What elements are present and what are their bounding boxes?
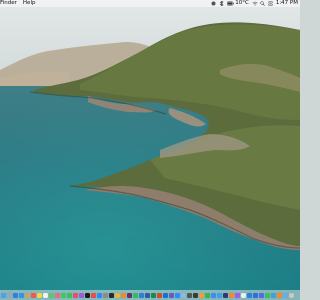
help-menu[interactable]: Help (23, 0, 36, 7)
dock (0, 290, 300, 300)
dock-icon-xcode[interactable] (217, 292, 222, 298)
dock-icon-discord[interactable] (259, 292, 264, 298)
dock-icon-vscode[interactable] (139, 292, 144, 298)
desktop-wallpaper (0, 0, 300, 300)
dock-icon-mail[interactable] (19, 292, 24, 298)
dock-icon-contacts[interactable] (25, 292, 30, 298)
dock-icon-teams[interactable] (169, 292, 174, 298)
dock-icon-podcasts[interactable] (79, 292, 84, 298)
dock-icon-system-preferences[interactable] (103, 292, 108, 298)
dock-icon-telegram[interactable] (271, 292, 276, 298)
dock-icon-maps[interactable] (49, 292, 54, 298)
dock-icon-tv[interactable] (85, 292, 90, 298)
dock-icon-safari[interactable] (13, 292, 18, 298)
battery-icon[interactable] (227, 1, 234, 6)
dock-icon-music[interactable] (73, 292, 78, 298)
dock-icon-keynote[interactable] (211, 292, 216, 298)
dock-icon-activity-monitor[interactable] (193, 292, 198, 298)
dock-icon-facetime[interactable] (67, 292, 72, 298)
dock-icon-figma[interactable] (235, 292, 240, 298)
dock-icon-launchpad[interactable] (7, 292, 12, 298)
dock-icon-photoshop[interactable] (223, 292, 228, 298)
dock-icon-trash[interactable] (289, 292, 294, 298)
finder-menu[interactable]: Finder (0, 0, 17, 7)
dock-icon-firefox[interactable] (121, 292, 126, 298)
dock-icon-calculator[interactable] (187, 292, 192, 298)
dock-icon-calendar[interactable] (31, 292, 36, 298)
dock-icon-dropbox[interactable] (247, 292, 252, 298)
dock-icon-spotify[interactable] (133, 292, 138, 298)
dock-icon-chrome[interactable] (115, 292, 120, 298)
dock-icon-illustrator[interactable] (229, 292, 234, 298)
bluetooth-icon[interactable] (219, 0, 224, 7)
status-area: 10°C 1:47 PM (211, 0, 300, 7)
dock-icon-notion[interactable] (241, 292, 246, 298)
dock-icon-outlook[interactable] (163, 292, 168, 298)
dock-icon-whatsapp[interactable] (265, 292, 270, 298)
dock-icon-photos[interactable] (55, 292, 60, 298)
dock-icon-slack[interactable] (127, 292, 132, 298)
dock-icon-zoom[interactable] (175, 292, 180, 298)
dock-icon-news[interactable] (91, 292, 96, 298)
record-icon[interactable] (211, 1, 216, 6)
search-icon[interactable] (260, 1, 265, 6)
wifi-icon[interactable] (252, 1, 258, 6)
dock-icon-powerpoint[interactable] (157, 292, 162, 298)
menu-bar-clock[interactable]: 1:47 PM (276, 0, 298, 7)
desktop: Finder Help 10°C 1:47 PM (0, 0, 300, 300)
dock-icon-app-store[interactable] (97, 292, 102, 298)
dock-icon-pages[interactable] (199, 292, 204, 298)
temperature-label[interactable]: 10°C (235, 0, 249, 7)
dock-icon-1password[interactable] (253, 292, 258, 298)
menu-bar: Finder Help 10°C 1:47 PM (0, 0, 300, 7)
dock-icon-notes[interactable] (37, 292, 42, 298)
dock-icon-messages[interactable] (61, 292, 66, 298)
dock-icon-preview[interactable] (181, 292, 186, 298)
dock-icon-terminal[interactable] (109, 292, 114, 298)
dock-icon-word[interactable] (145, 292, 150, 298)
dock-icon-excel[interactable] (151, 292, 156, 298)
dock-icon-numbers[interactable] (205, 292, 210, 298)
dock-icon-vlc[interactable] (277, 292, 282, 298)
dock-icon-finder[interactable] (1, 292, 6, 298)
dock-icon-reminders[interactable] (43, 292, 48, 298)
control-center-icon[interactable] (268, 1, 273, 6)
dock-icon-folder[interactable] (283, 292, 288, 298)
